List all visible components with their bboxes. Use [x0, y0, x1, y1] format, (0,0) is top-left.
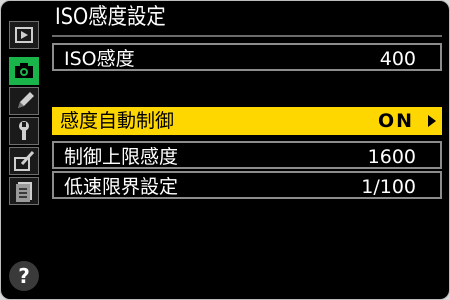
- menu-list-icon: [16, 182, 32, 202]
- max-sensitivity-value: 1600: [367, 146, 416, 168]
- wrench-icon: [19, 121, 29, 140]
- tab-custom[interactable]: [9, 87, 39, 115]
- menu-sidebar: [9, 19, 41, 289]
- iso-sensitivity-row[interactable]: ISO感度 400: [52, 43, 442, 71]
- min-shutter-speed-label: 低速限界設定: [64, 176, 179, 198]
- chevron-right-icon: [428, 115, 436, 127]
- tab-shooting[interactable]: [9, 57, 39, 85]
- iso-sensitivity-label: ISO感度: [64, 48, 135, 70]
- camera-icon: [15, 63, 33, 78]
- tab-playback[interactable]: [9, 21, 39, 49]
- max-sensitivity-label: 制御上限感度: [64, 146, 179, 168]
- max-sensitivity-row[interactable]: 制御上限感度 1600: [52, 141, 442, 169]
- tab-my-menu[interactable]: [9, 177, 39, 205]
- retouch-brush-icon: [14, 150, 35, 171]
- auto-iso-control-row[interactable]: 感度自動制御 ON: [52, 107, 442, 135]
- menu-title: ISO感度設定: [55, 5, 166, 30]
- tab-retouch[interactable]: [9, 147, 39, 175]
- pencil-icon: [18, 92, 34, 108]
- title-divider: [52, 35, 442, 37]
- playback-icon: [15, 27, 33, 43]
- auto-iso-control-value: ON: [377, 110, 414, 132]
- min-shutter-speed-value: 1/100: [361, 176, 416, 198]
- auto-iso-control-label: 感度自動制御: [60, 110, 175, 132]
- tab-setup[interactable]: [9, 117, 39, 145]
- min-shutter-speed-row[interactable]: 低速限界設定 1/100: [52, 171, 442, 199]
- help-button[interactable]: ?: [9, 261, 39, 291]
- iso-sensitivity-value: 400: [379, 48, 416, 70]
- camera-menu-screen: ISO感度設定 ? ISO感度 400 感度自動制御 ON 制御上限感度 160…: [0, 0, 450, 300]
